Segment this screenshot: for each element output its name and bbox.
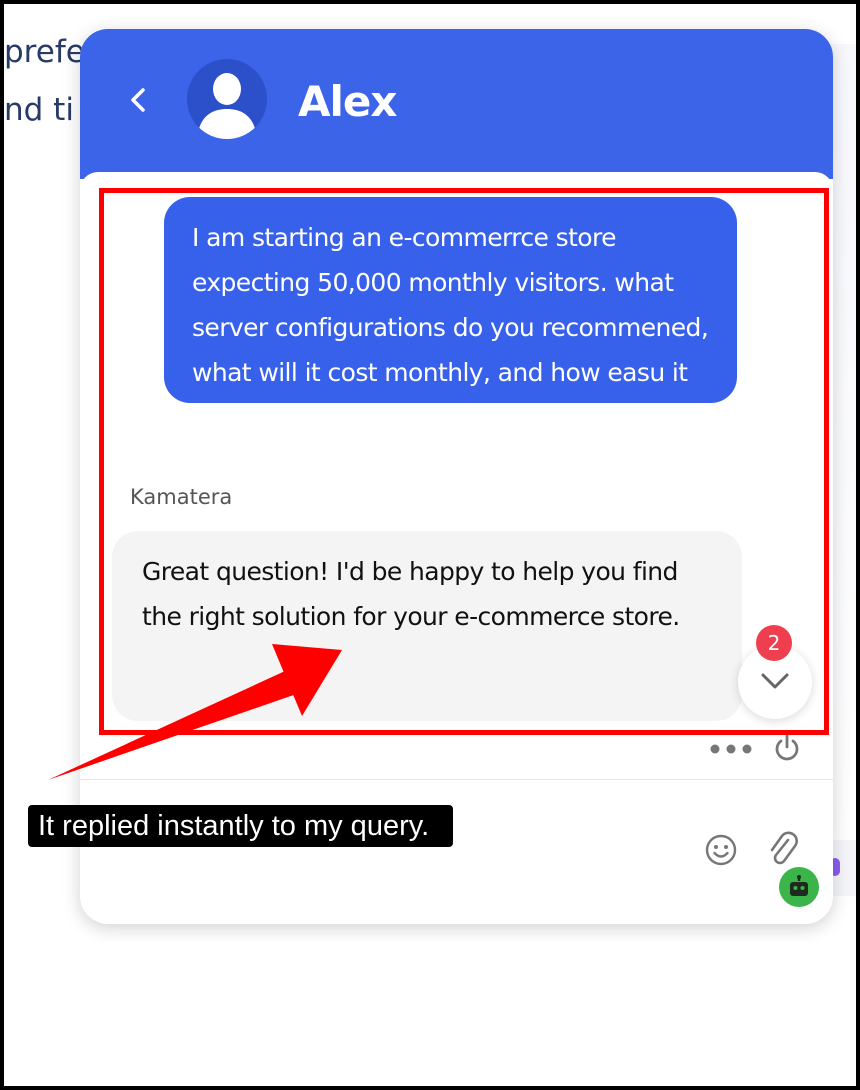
end-chat-button[interactable] [772,733,802,763]
robot-icon [790,875,808,896]
screenshot-frame: prefer nd ti Alex I am starting an e-com… [0,0,860,1090]
chevron-left-icon [131,88,145,112]
chevron-down-icon [761,673,789,689]
more-horizontal-icon [710,744,752,754]
attach-file-button[interactable] [766,831,800,869]
bot-button[interactable] [779,867,819,907]
message-sender-label: Kamatera [130,485,233,509]
agent-message-bubble: Great question! I'd be happy to help you… [112,531,742,721]
back-button[interactable] [124,85,154,115]
chat-widget: Alex I am starting an e-commerrce store … [80,29,833,924]
background-text-line: nd ti [4,92,74,128]
power-icon [775,734,799,761]
chat-header: Alex [80,29,833,179]
composer-divider [80,779,833,780]
unread-count-badge: 2 [756,625,792,661]
paperclip-icon [770,831,798,865]
user-avatar-icon [197,73,257,139]
user-message-bubble: I am starting an e-commerrce store expec… [164,197,737,432]
emoji-button[interactable] [704,833,738,867]
smiley-icon [705,834,737,866]
agent-name: Alex [298,77,397,126]
more-options-button[interactable] [708,739,754,759]
annotation-caption: It replied instantly to my query. [28,805,454,847]
agent-avatar [187,59,267,139]
